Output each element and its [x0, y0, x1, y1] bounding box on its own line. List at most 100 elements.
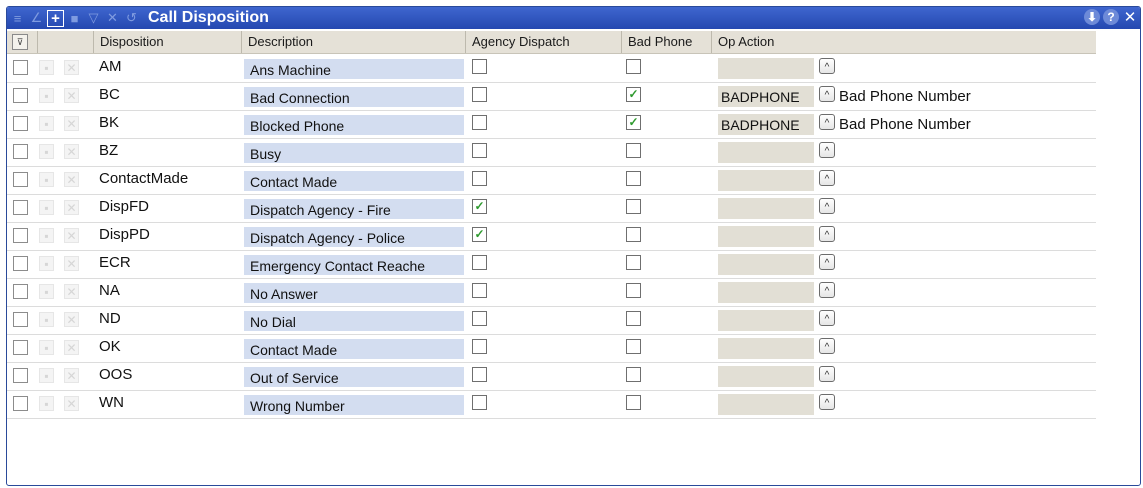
save-row-icon[interactable]: ▪	[39, 60, 54, 75]
row-select-checkbox[interactable]	[13, 256, 28, 271]
delete-row-icon[interactable]: ✕	[64, 88, 79, 103]
row-select-checkbox[interactable]	[13, 172, 28, 187]
save-row-icon[interactable]: ▪	[39, 172, 54, 187]
table-row[interactable]: ▪ ✕ DispPD Dispatch Agency - Police ✓ ^	[7, 222, 1096, 251]
op-action-lookup-button[interactable]: ^	[819, 198, 835, 214]
description-field[interactable]: Dispatch Agency - Police	[244, 227, 464, 247]
table-row[interactable]: ▪ ✕ BC Bad Connection ✓ BADPHONE ^ Bad Phone Nu…	[7, 82, 1096, 111]
list-icon[interactable]: ≡	[9, 10, 26, 27]
delete-row-icon[interactable]: ✕	[64, 200, 79, 215]
row-select-checkbox[interactable]	[13, 88, 28, 103]
op-action-field[interactable]	[718, 198, 814, 219]
save-row-icon[interactable]: ▪	[39, 312, 54, 327]
agency-dispatch-checkbox[interactable]	[472, 143, 487, 158]
row-select-checkbox[interactable]	[13, 368, 28, 383]
description-field[interactable]: Bad Connection	[244, 87, 464, 107]
header-description[interactable]: Description	[241, 31, 465, 53]
delete-row-icon[interactable]: ✕	[64, 116, 79, 131]
header-op-action[interactable]: Op Action	[711, 31, 1096, 53]
add-icon[interactable]: +	[47, 9, 64, 27]
agency-dispatch-checkbox[interactable]	[472, 115, 487, 130]
bad-phone-checkbox[interactable]	[626, 199, 641, 214]
op-action-field[interactable]	[718, 338, 814, 359]
header-agency-dispatch[interactable]: Agency Dispatch	[465, 31, 621, 53]
table-row[interactable]: ▪ ✕ ND No Dial ^	[7, 306, 1096, 335]
table-row[interactable]: ▪ ✕ BK Blocked Phone ✓ BADPHONE ^ Bad Phone Num…	[7, 110, 1096, 139]
table-row[interactable]: ▪ ✕ OOS Out of Service ^	[7, 362, 1096, 391]
row-select-checkbox[interactable]	[13, 284, 28, 299]
description-field[interactable]: Blocked Phone	[244, 115, 464, 135]
bad-phone-checkbox[interactable]	[626, 143, 641, 158]
row-select-checkbox[interactable]	[13, 116, 28, 131]
agency-dispatch-checkbox[interactable]	[472, 255, 487, 270]
bad-phone-checkbox[interactable]	[626, 171, 641, 186]
op-action-field[interactable]	[718, 282, 814, 303]
agency-dispatch-checkbox[interactable]	[472, 87, 487, 102]
op-action-lookup-button[interactable]: ^	[819, 142, 835, 158]
save-row-icon[interactable]: ▪	[39, 368, 54, 383]
delete-row-icon[interactable]: ✕	[64, 228, 79, 243]
op-action-field[interactable]	[718, 226, 814, 247]
save-row-icon[interactable]: ▪	[39, 200, 54, 215]
delete-icon[interactable]: ✕	[104, 10, 121, 27]
op-action-lookup-button[interactable]: ^	[819, 282, 835, 298]
delete-row-icon[interactable]: ✕	[64, 312, 79, 327]
table-row[interactable]: ▪ ✕ ContactMade Contact Made ^	[7, 166, 1096, 195]
table-row[interactable]: ▪ ✕ OK Contact Made ^	[7, 334, 1096, 363]
save-row-icon[interactable]: ▪	[39, 340, 54, 355]
close-icon[interactable]: ✕	[1122, 9, 1138, 26]
op-action-field[interactable]	[718, 142, 814, 163]
bad-phone-checkbox[interactable]	[626, 367, 641, 382]
op-action-lookup-button[interactable]: ^	[819, 338, 835, 354]
bad-phone-checkbox[interactable]	[626, 311, 641, 326]
agency-dispatch-checkbox[interactable]: ✓	[472, 199, 487, 214]
row-select-checkbox[interactable]	[13, 200, 28, 215]
header-disposition[interactable]: Disposition	[93, 31, 241, 53]
op-action-lookup-button[interactable]: ^	[819, 58, 835, 74]
agency-dispatch-checkbox[interactable]	[472, 339, 487, 354]
bad-phone-checkbox[interactable]	[626, 59, 641, 74]
table-row[interactable]: ▪ ✕ AM Ans Machine ^	[7, 54, 1096, 83]
delete-row-icon[interactable]: ✕	[64, 396, 79, 411]
op-action-lookup-button[interactable]: ^	[819, 86, 835, 102]
agency-dispatch-checkbox[interactable]	[472, 395, 487, 410]
agency-dispatch-checkbox[interactable]	[472, 311, 487, 326]
description-field[interactable]: Ans Machine	[244, 59, 464, 79]
save-row-icon[interactable]: ▪	[39, 116, 54, 131]
table-row[interactable]: ▪ ✕ NA No Answer ^	[7, 278, 1096, 307]
agency-dispatch-checkbox[interactable]	[472, 171, 487, 186]
agency-dispatch-checkbox[interactable]	[472, 367, 487, 382]
op-action-lookup-button[interactable]: ^	[819, 254, 835, 270]
row-select-checkbox[interactable]	[13, 144, 28, 159]
row-select-checkbox[interactable]	[13, 228, 28, 243]
op-action-lookup-button[interactable]: ^	[819, 366, 835, 382]
bad-phone-checkbox[interactable]	[626, 283, 641, 298]
op-action-lookup-button[interactable]: ^	[819, 394, 835, 410]
description-field[interactable]: Busy	[244, 143, 464, 163]
table-row[interactable]: ▪ ✕ DispFD Dispatch Agency - Fire ✓ ^	[7, 194, 1096, 223]
op-action-lookup-button[interactable]: ^	[819, 310, 835, 326]
description-field[interactable]: Wrong Number	[244, 395, 464, 415]
op-action-field[interactable]	[718, 310, 814, 331]
description-field[interactable]: Out of Service	[244, 367, 464, 387]
description-field[interactable]: Emergency Contact Reache	[244, 255, 464, 275]
bad-phone-checkbox[interactable]	[626, 227, 641, 242]
table-row[interactable]: ▪ ✕ WN Wrong Number ^	[7, 390, 1096, 419]
bad-phone-checkbox[interactable]: ✓	[626, 115, 641, 130]
delete-row-icon[interactable]: ✕	[64, 368, 79, 383]
delete-row-icon[interactable]: ✕	[64, 256, 79, 271]
bad-phone-checkbox[interactable]	[626, 339, 641, 354]
agency-dispatch-checkbox[interactable]	[472, 283, 487, 298]
description-field[interactable]: Contact Made	[244, 339, 464, 359]
agency-dispatch-checkbox[interactable]: ✓	[472, 227, 487, 242]
save-icon[interactable]: ■	[66, 10, 83, 27]
delete-row-icon[interactable]: ✕	[64, 144, 79, 159]
delete-row-icon[interactable]: ✕	[64, 172, 79, 187]
row-select-checkbox[interactable]	[13, 60, 28, 75]
op-action-field[interactable]: BADPHONE	[718, 114, 814, 135]
column-filter-icon[interactable]: ⊽	[12, 34, 28, 50]
row-select-checkbox[interactable]	[13, 396, 28, 411]
collapse-icon[interactable]: ⬇	[1084, 9, 1100, 25]
table-row[interactable]: ▪ ✕ BZ Busy ^	[7, 138, 1096, 167]
bad-phone-checkbox[interactable]	[626, 255, 641, 270]
